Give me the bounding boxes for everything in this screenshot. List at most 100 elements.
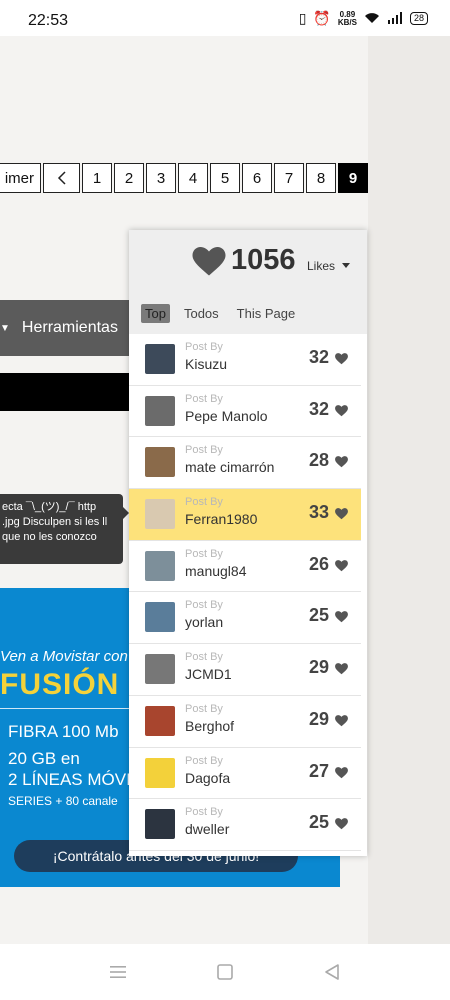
heart-icon [192, 247, 226, 276]
username-link[interactable]: manugl84 [185, 563, 247, 579]
tools-menu[interactable]: ▼ Herramientas [0, 300, 130, 356]
page-7-button[interactable]: 7 [274, 163, 304, 193]
heart-icon [335, 611, 348, 623]
avatar[interactable] [145, 395, 175, 426]
post-by-label: Post By [185, 754, 223, 767]
username-link[interactable]: Ferran1980 [185, 511, 257, 527]
username-link[interactable]: Pepe Manolo [185, 408, 268, 424]
avatar[interactable] [145, 757, 175, 788]
menu-icon[interactable] [108, 962, 128, 982]
like-row[interactable]: Post By JCMD1 29 [129, 644, 361, 696]
avatar[interactable] [145, 654, 175, 685]
post-by-label: Post By [185, 702, 223, 715]
heart-icon [335, 663, 348, 675]
heart-icon [335, 766, 348, 778]
post-by-label: Post By [185, 651, 223, 664]
page-4-button[interactable]: 4 [178, 163, 208, 193]
vibrate-icon: ▯ [298, 10, 307, 26]
chevron-left-icon [57, 171, 66, 185]
likes-header: 1056 Likes Top Todos This Page [129, 230, 367, 334]
post-by-label: Post By [185, 444, 223, 457]
tab-this-page[interactable]: This Page [233, 304, 300, 323]
avatar[interactable] [145, 602, 175, 633]
avatar[interactable] [145, 550, 175, 581]
likes-dropdown[interactable]: Likes [307, 259, 335, 273]
page-8-button[interactable]: 8 [306, 163, 336, 193]
post-by-label: Post By [185, 806, 223, 819]
like-count: 25 [308, 812, 329, 833]
alarm-icon: ⏰ [313, 10, 331, 26]
like-count: 28 [308, 450, 329, 471]
likes-list: Post By Kisuzu 32 Post By Pepe Manolo 32 Post … [129, 334, 367, 851]
right-gutter [368, 36, 450, 944]
username-link[interactable]: mate cimarrón [185, 459, 274, 475]
likes-tabs: Top Todos This Page [141, 304, 299, 323]
heart-icon [335, 456, 348, 468]
post-by-label: Post By [185, 496, 223, 509]
tools-label: Herramientas [21, 319, 118, 336]
prev-page-button[interactable] [43, 163, 80, 193]
black-banner [0, 373, 130, 411]
page-3-button[interactable]: 3 [146, 163, 176, 193]
username-link[interactable]: Berghof [185, 718, 234, 734]
tooltip-line: que no les conozco [2, 531, 97, 543]
like-row[interactable]: Post By manugl84 26 [129, 540, 361, 593]
like-count: 26 [308, 553, 329, 574]
page-1-button[interactable]: 1 [82, 163, 112, 193]
username-link[interactable]: yorlan [185, 614, 223, 630]
username-link[interactable]: JCMD1 [185, 666, 232, 682]
ad-line-5: SERIES + 80 canale [8, 794, 118, 808]
like-row[interactable]: Post By Pepe Manolo 32 [129, 385, 361, 438]
like-row[interactable]: Post By Dagofa 27 [129, 747, 361, 800]
like-count: 27 [308, 760, 329, 781]
first-page-button[interactable]: imer [0, 163, 41, 193]
page-5-button[interactable]: 5 [210, 163, 240, 193]
avatar[interactable] [145, 447, 175, 478]
navigation-bar [0, 944, 450, 1000]
page-9-button[interactable]: 9 [338, 163, 368, 193]
heart-icon [335, 508, 348, 520]
ad-line-1: Ven a Movistar con [0, 648, 128, 665]
home-square-icon[interactable] [215, 962, 235, 982]
ad-line-3: FIBRA 100 Mb [8, 722, 119, 741]
like-row[interactable]: Post By mate cimarrón 28 [129, 437, 361, 490]
avatar[interactable] [145, 809, 175, 840]
tab-todos[interactable]: Todos [180, 304, 223, 323]
username-link[interactable]: Dagofa [185, 770, 230, 786]
page-2-button[interactable]: 2 [114, 163, 144, 193]
heart-icon [335, 714, 348, 727]
tooltip-arrow [122, 506, 129, 520]
ad-line-4: 20 GB en 2 LÍNEAS MÓVI [8, 748, 131, 790]
avatar[interactable] [145, 344, 175, 374]
like-row[interactable]: Post By yorlan 25 [129, 592, 361, 645]
post-by-label: Post By [185, 599, 223, 612]
heart-icon [335, 559, 348, 571]
like-row[interactable]: Post By dweller 25 [129, 799, 361, 851]
caret-down-icon: ▼ [0, 322, 10, 334]
like-row[interactable]: Post By Ferran1980 33 [129, 489, 361, 541]
signal-icon [387, 11, 403, 27]
net-speed-unit: KB/S [337, 17, 357, 27]
net-speed: 0.89 KB/S [337, 10, 357, 27]
like-count: 33 [308, 502, 329, 523]
username-link[interactable]: dweller [185, 821, 229, 837]
likes-count: 1056 [231, 244, 296, 276]
ad-line-4a: 20 GB en [8, 749, 80, 768]
heart-icon [335, 353, 348, 365]
back-triangle-icon[interactable] [322, 962, 342, 982]
username-link[interactable]: Kisuzu [185, 356, 227, 372]
avatar[interactable] [145, 705, 175, 736]
post-tooltip: ecta ¯\_(ツ)_/¯ http .jpg Disculpen si le… [0, 494, 123, 564]
like-row[interactable]: Post By Kisuzu 32 [129, 334, 361, 386]
page-6-button[interactable]: 6 [242, 163, 272, 193]
ad-line-4b: 2 LÍNEAS MÓVI [8, 770, 131, 789]
status-icons: ▯ ⏰ 0.89 KB/S 28 [299, 10, 428, 27]
post-by-label: Post By [185, 392, 223, 405]
post-by-label: Post By [185, 547, 223, 560]
tooltip-line: ecta ¯\_(ツ)_/¯ http [2, 501, 97, 513]
tab-top[interactable]: Top [141, 304, 170, 323]
caret-down-icon[interactable] [342, 263, 350, 268]
avatar[interactable] [145, 499, 175, 530]
like-count: 32 [308, 398, 329, 419]
like-row[interactable]: Post By Berghof 29 [129, 695, 361, 748]
